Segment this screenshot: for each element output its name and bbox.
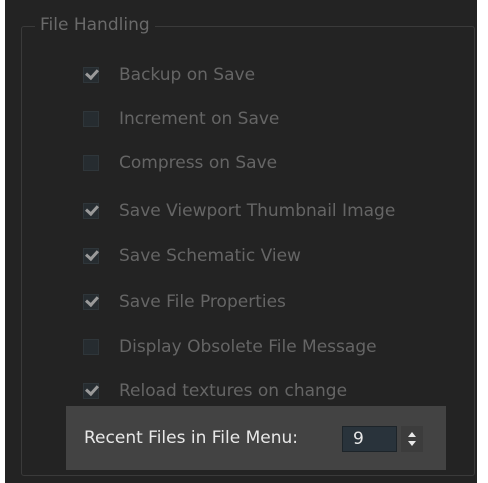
spin-down-icon[interactable] xyxy=(408,441,416,446)
reload-textures-checkbox[interactable] xyxy=(83,383,99,399)
option-label: Compress on Save xyxy=(119,153,278,173)
recent-files-label: Recent Files in File Menu: xyxy=(84,428,299,448)
display-obsolete-file-message-checkbox[interactable] xyxy=(83,339,99,355)
recent-files-row: Recent Files in File Menu: 9 xyxy=(66,406,446,470)
option-reload-textures[interactable]: Reload textures on change xyxy=(83,379,347,403)
option-compress-on-save[interactable]: Compress on Save xyxy=(83,151,277,175)
save-viewport-thumbnail-checkbox[interactable] xyxy=(83,203,99,219)
backup-on-save-checkbox[interactable] xyxy=(83,67,99,83)
option-label: Increment on Save xyxy=(119,109,280,129)
option-label: Reload textures on change xyxy=(119,381,348,401)
option-label: Save Schematic View xyxy=(119,246,301,266)
option-save-file-properties[interactable]: Save File Properties xyxy=(83,290,286,314)
option-label: Save Viewport Thumbnail Image xyxy=(119,201,396,221)
option-backup-on-save[interactable]: Backup on Save xyxy=(83,63,255,87)
save-schematic-view-checkbox[interactable] xyxy=(83,248,99,264)
recent-files-spinner-input[interactable]: 9 xyxy=(342,426,397,452)
save-file-properties-checkbox[interactable] xyxy=(83,294,99,310)
compress-on-save-checkbox[interactable] xyxy=(83,155,99,171)
spin-up-icon[interactable] xyxy=(408,432,416,437)
increment-on-save-checkbox[interactable] xyxy=(83,111,99,127)
group-title: File Handling xyxy=(35,14,155,36)
option-display-obsolete-file-message[interactable]: Display Obsolete File Message xyxy=(83,335,377,359)
option-label: Backup on Save xyxy=(119,65,256,85)
option-label: Display Obsolete File Message xyxy=(119,337,377,357)
file-handling-panel: File Handling Backup on Save Increment o… xyxy=(5,0,477,483)
option-increment-on-save[interactable]: Increment on Save xyxy=(83,107,279,131)
option-label: Save File Properties xyxy=(119,292,286,312)
recent-files-spinner-arrows[interactable] xyxy=(401,426,423,452)
option-save-schematic-view[interactable]: Save Schematic View xyxy=(83,244,301,268)
option-save-viewport-thumbnail[interactable]: Save Viewport Thumbnail Image xyxy=(83,199,395,223)
